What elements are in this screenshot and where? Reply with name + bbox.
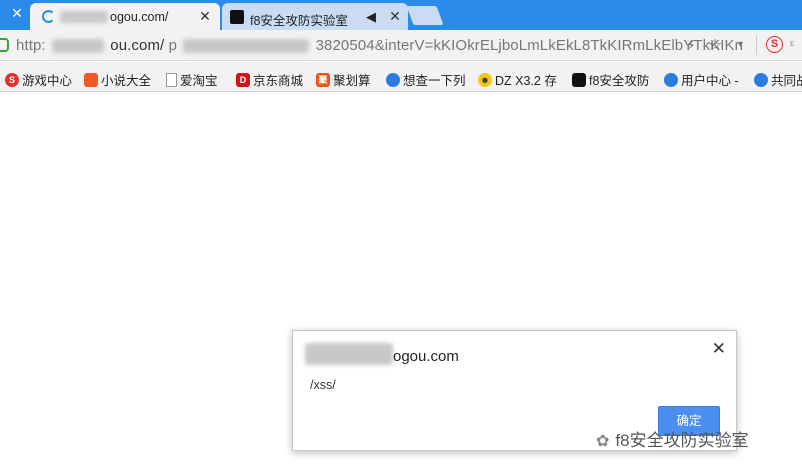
url-scheme: http: bbox=[16, 37, 46, 54]
divider bbox=[756, 35, 757, 55]
f8-icon bbox=[230, 10, 244, 24]
bookmark-label: 京东商城 bbox=[253, 74, 304, 88]
watermark: ✿ f8安全攻防实验室 bbox=[596, 426, 749, 451]
watermark-text: f8安全攻防实验室 bbox=[615, 431, 749, 450]
new-tab-button[interactable] bbox=[406, 6, 444, 25]
close-icon[interactable]: ✕ bbox=[10, 6, 24, 20]
redacted-text bbox=[183, 39, 310, 54]
dialog-message: /xss/ bbox=[310, 378, 336, 392]
tab-strip: ✕ ogou.com/ ✕ f8安全攻防实验室 ◀ ✕ bbox=[0, 0, 802, 30]
tab-close-icon[interactable]: ✕ bbox=[198, 9, 212, 23]
user-center-icon bbox=[754, 72, 768, 87]
user-center-icon bbox=[664, 72, 678, 87]
globe-icon bbox=[386, 72, 400, 87]
url-query: 3820504&interV=kKIOkrELjboLmLkEkL8TkKIRm… bbox=[315, 37, 744, 54]
bookmarks-bar: S 游戏中心 小说大全 爱淘宝 D 京东商城 聚 聚划算 想查一下列 ☻ DZ … bbox=[0, 62, 802, 92]
bookmark-label: 用户中心 - bbox=[681, 74, 739, 88]
sogou-game-icon: S bbox=[5, 72, 19, 87]
bookmark-item[interactable]: 爱淘宝 bbox=[166, 70, 218, 89]
bookmark-item[interactable]: 用户中心 - bbox=[664, 70, 739, 89]
bookmark-item[interactable]: 共同战 bbox=[754, 70, 802, 89]
bookmark-label: 爱淘宝 bbox=[180, 74, 218, 88]
secure-icon bbox=[0, 38, 9, 52]
bookmark-label: 共同战 bbox=[771, 74, 802, 88]
address-bar: http: ou.com/ p 3820504&interV=kKIOkrELj… bbox=[0, 30, 802, 61]
tab-close-icon[interactable]: ✕ bbox=[388, 9, 402, 23]
bookmark-item[interactable]: D 京东商城 bbox=[236, 70, 303, 89]
bookmark-label: DZ X3.2 存 bbox=[495, 74, 557, 88]
dz-icon: ☻ bbox=[478, 72, 492, 87]
tab-inactive[interactable]: f8安全攻防实验室 ◀ ✕ bbox=[222, 3, 408, 30]
page-icon bbox=[166, 72, 177, 87]
redacted-text bbox=[305, 343, 393, 365]
bookmark-label: 想查一下列 bbox=[403, 74, 466, 88]
sogou-search-icon[interactable]: ε bbox=[790, 38, 794, 48]
star-icon[interactable]: ☆ bbox=[708, 35, 722, 55]
jd-icon: D bbox=[236, 72, 250, 87]
bookmark-item[interactable]: 小说大全 bbox=[84, 70, 151, 89]
url-host: ou.com/ bbox=[110, 37, 165, 54]
bookmark-item[interactable]: S 游戏中心 bbox=[5, 70, 72, 89]
bookmark-item[interactable]: ☻ DZ X3.2 存 bbox=[478, 70, 557, 89]
dialog-title: ogou.com bbox=[393, 348, 459, 365]
bookmark-item[interactable]: 聚 聚划算 bbox=[316, 70, 371, 89]
sogou-icon[interactable]: S bbox=[766, 36, 783, 53]
url-field[interactable]: http: ou.com/ p 3820504&interV=kKIOkrELj… bbox=[16, 37, 743, 54]
tab-title: f8安全攻防实验室 bbox=[250, 14, 348, 28]
redacted-text bbox=[51, 39, 104, 54]
wechat-icon: ✿ bbox=[596, 433, 610, 450]
chevron-down-icon[interactable]: ▼ bbox=[736, 39, 745, 49]
redacted-text bbox=[60, 11, 108, 23]
bookmark-label: 游戏中心 bbox=[22, 74, 73, 88]
tab-title: ogou.com/ bbox=[110, 10, 169, 24]
mute-icon[interactable]: ◀ bbox=[366, 9, 376, 25]
lightning-icon[interactable]: ⚡ bbox=[686, 37, 696, 54]
juhuasuan-icon: 聚 bbox=[316, 72, 330, 87]
close-icon[interactable]: ✕ bbox=[712, 339, 726, 359]
novel-icon bbox=[84, 72, 98, 87]
bookmark-label: f8安全攻防 bbox=[589, 74, 650, 88]
tab-active[interactable]: ogou.com/ ✕ bbox=[30, 3, 220, 30]
url-path: p bbox=[168, 37, 178, 54]
loading-icon bbox=[42, 10, 55, 23]
bookmark-label: 小说大全 bbox=[101, 74, 152, 88]
f8-icon bbox=[572, 72, 586, 87]
bookmark-label: 聚划算 bbox=[333, 74, 371, 88]
bookmark-item[interactable]: f8安全攻防 bbox=[572, 70, 649, 89]
bookmark-item[interactable]: 想查一下列 bbox=[386, 70, 466, 89]
